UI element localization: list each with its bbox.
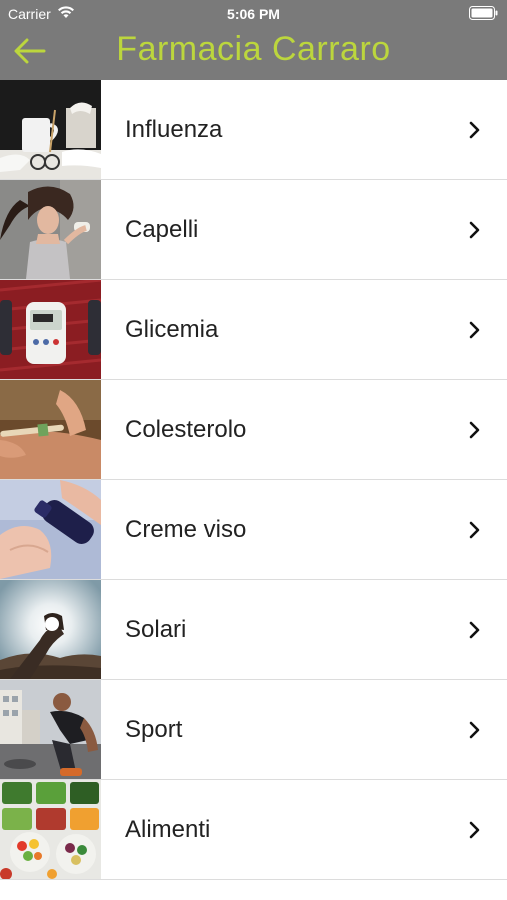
chevron-right-icon bbox=[465, 120, 485, 140]
chevron-right-icon bbox=[465, 220, 485, 240]
glucose-meter-photo bbox=[0, 280, 101, 379]
app-screen: Carrier 5:06 PM Farmacia Carraro Influen… bbox=[0, 0, 507, 900]
chevron-right-icon bbox=[465, 320, 485, 340]
navigation-bar: Farmacia Carraro bbox=[0, 28, 507, 80]
chevron-right-icon bbox=[465, 820, 485, 840]
list-item-label: Colesterolo bbox=[125, 415, 247, 443]
category-list: Influenza Capelli Glicemia Colesterolo C… bbox=[0, 80, 507, 880]
chevron-right-icon bbox=[465, 520, 485, 540]
chevron-right-icon bbox=[465, 420, 485, 440]
list-item-alimenti[interactable]: Alimenti bbox=[0, 780, 507, 880]
list-item-label: Solari bbox=[125, 615, 187, 643]
list-item-label: Alimenti bbox=[125, 815, 211, 843]
list-item-creme-viso[interactable]: Creme viso bbox=[0, 480, 507, 580]
list-item-colesterolo[interactable]: Colesterolo bbox=[0, 380, 507, 480]
list-item-label: Sport bbox=[125, 715, 183, 743]
face-cream-photo bbox=[0, 480, 101, 579]
list-item-label: Influenza bbox=[125, 115, 223, 143]
cholesterol-test-photo bbox=[0, 380, 101, 479]
status-bar: Carrier 5:06 PM bbox=[0, 0, 507, 28]
hair-photo bbox=[0, 180, 101, 279]
page-title: Farmacia Carraro bbox=[116, 30, 391, 68]
list-item-influenza[interactable]: Influenza bbox=[0, 80, 507, 180]
food-photo bbox=[0, 780, 101, 879]
sport-photo bbox=[0, 680, 101, 779]
list-item-sport[interactable]: Sport bbox=[0, 680, 507, 780]
battery-icon bbox=[469, 6, 499, 20]
chevron-right-icon bbox=[465, 620, 485, 640]
list-item-capelli[interactable]: Capelli bbox=[0, 180, 507, 280]
list-item-label: Capelli bbox=[125, 215, 199, 243]
sun-photo bbox=[0, 580, 101, 679]
list-item-glicemia[interactable]: Glicemia bbox=[0, 280, 507, 380]
chevron-right-icon bbox=[465, 720, 485, 740]
flu-photo bbox=[0, 80, 101, 179]
top-bar: Carrier 5:06 PM Farmacia Carraro bbox=[0, 0, 507, 80]
list-item-label: Glicemia bbox=[125, 315, 219, 343]
list-item-label: Creme viso bbox=[125, 515, 247, 543]
status-time: 5:06 PM bbox=[227, 6, 280, 22]
list-item-solari[interactable]: Solari bbox=[0, 580, 507, 680]
